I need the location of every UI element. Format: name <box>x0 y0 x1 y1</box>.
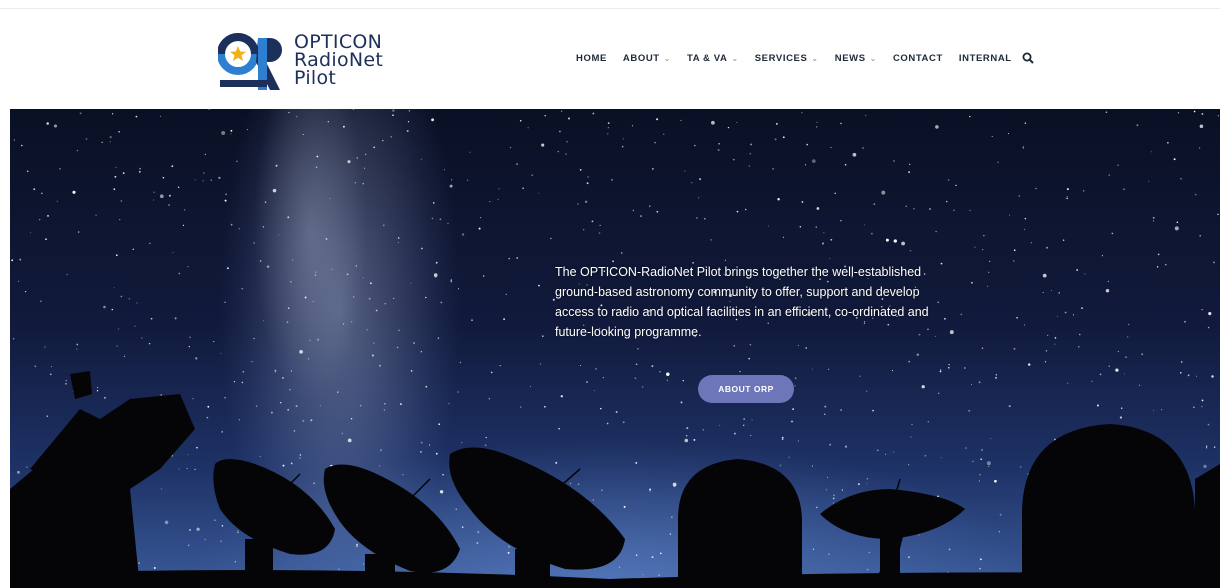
hero-description: The OPTICON-RadioNet Pilot brings togeth… <box>555 264 929 339</box>
search-icon[interactable] <box>1022 52 1034 64</box>
hero-banner: The OPTICON-RadioNet Pilot brings togeth… <box>10 109 1220 588</box>
nav-about[interactable]: ABOUT ⌄ <box>623 53 671 64</box>
logo-wordmark: OPTICON RadioNet Pilot <box>294 33 383 89</box>
nav-ta-va[interactable]: TA & VA ⌄ <box>687 53 739 64</box>
telescopes-silhouette <box>10 371 1220 588</box>
chevron-down-icon: ⌄ <box>869 53 877 63</box>
nav-home[interactable]: HOME <box>576 53 607 64</box>
chevron-down-icon: ⌄ <box>731 53 739 63</box>
nav-news[interactable]: NEWS ⌄ <box>835 53 877 64</box>
about-orp-button[interactable]: ABOUT ORP <box>698 375 794 403</box>
nav-contact-label: CONTACT <box>892 52 943 64</box>
chevron-down-icon: ⌄ <box>811 53 819 63</box>
nav-ta-va-label: TA & VA <box>687 52 728 64</box>
nav-services-label: SERVICES <box>754 52 808 64</box>
nav-news-label: NEWS <box>834 52 866 64</box>
nav-home-label: HOME <box>576 52 607 64</box>
nav-internal-label: INTERNAL <box>958 52 1012 64</box>
nav-internal[interactable]: INTERNAL <box>959 53 1012 64</box>
site-logo[interactable]: OPTICON RadioNet Pilot <box>218 32 408 94</box>
logo-line-pilot: Pilot <box>294 67 337 89</box>
main-nav: HOME ABOUT ⌄ TA & VA ⌄ SERVICES ⌄ NEWS ⌄ CON… <box>576 52 1034 64</box>
chevron-down-icon: ⌄ <box>663 53 671 63</box>
nav-services[interactable]: SERVICES ⌄ <box>755 53 819 64</box>
nav-contact[interactable]: CONTACT <box>893 53 943 64</box>
orp-logo-icon <box>218 33 282 90</box>
nav-about-label: ABOUT <box>622 52 660 64</box>
